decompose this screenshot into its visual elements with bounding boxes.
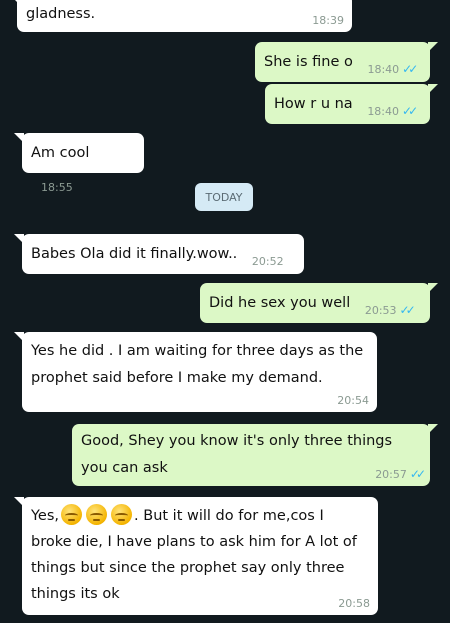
message-text: She is fine o bbox=[264, 54, 353, 70]
message-bubble-incoming[interactable]: Am cool 18:55 bbox=[14, 133, 144, 194]
message-text: gladness. bbox=[26, 6, 96, 22]
message-bubble-incoming[interactable]: Yes he did . I am waiting for three days… bbox=[14, 332, 377, 412]
read-receipt-icon: ✓✓ bbox=[402, 62, 418, 76]
message-text: Did he sex you well bbox=[209, 295, 351, 311]
message-text-end: . But it will do for me,cos I broke die,… bbox=[31, 508, 357, 602]
message-time: 18:40 bbox=[367, 105, 400, 118]
message-bubble-outgoing[interactable]: She is fine o 18:40 ✓✓ bbox=[255, 42, 438, 82]
message-time: 20:57 bbox=[375, 468, 407, 481]
message-bubble-incoming[interactable]: Yes,. But it will do for me,cos I broke … bbox=[14, 497, 378, 615]
message-time: 20:53 bbox=[364, 304, 397, 317]
message-text: Babes Ola did it finally.wow.. bbox=[31, 246, 238, 262]
message-bubble-incoming[interactable]: Babes Ola did it finally.wow.. 20:52 bbox=[14, 234, 304, 274]
message-bubble-incoming[interactable]: gladness. 18:39 bbox=[9, 0, 352, 32]
message-text: Yes he did . I am waiting for three days… bbox=[31, 343, 364, 386]
message-text: How r u na bbox=[274, 96, 353, 112]
read-receipt-icon: ✓✓ bbox=[402, 104, 418, 118]
date-divider: TODAY bbox=[195, 183, 253, 211]
message-time: 20:54 bbox=[337, 394, 369, 407]
message-meta: 18:40 ✓✓ bbox=[367, 104, 418, 118]
message-text: Good, Shey you know it's only three thin… bbox=[81, 433, 393, 476]
pensive-face-icon bbox=[111, 504, 133, 525]
message-time: 18:55 bbox=[41, 181, 73, 194]
message-bubble-outgoing[interactable]: Good, Shey you know it's only three thin… bbox=[72, 424, 438, 486]
message-text-start: Yes, bbox=[31, 508, 60, 524]
message-time: 20:58 bbox=[338, 597, 370, 610]
read-receipt-icon: ✓✓ bbox=[409, 467, 426, 481]
pensive-face-icon bbox=[61, 504, 83, 525]
message-meta: 20:57 ✓✓ bbox=[375, 467, 426, 481]
message-time: 18:39 bbox=[312, 14, 344, 27]
message-time: 18:40 bbox=[367, 63, 400, 76]
message-text: Am cool bbox=[31, 145, 90, 161]
message-bubble-outgoing[interactable]: Did he sex you well 20:53 ✓✓ bbox=[200, 283, 438, 323]
message-time: 20:52 bbox=[251, 255, 284, 268]
message-meta: 18:40 ✓✓ bbox=[367, 62, 418, 76]
message-bubble-outgoing[interactable]: How r u na 18:40 ✓✓ bbox=[265, 84, 438, 124]
pensive-face-icon bbox=[86, 504, 108, 525]
message-text: Yes,. But it will do for me,cos I broke … bbox=[31, 503, 369, 607]
message-meta: 20:53 ✓✓ bbox=[364, 303, 416, 317]
read-receipt-icon: ✓✓ bbox=[399, 303, 416, 317]
